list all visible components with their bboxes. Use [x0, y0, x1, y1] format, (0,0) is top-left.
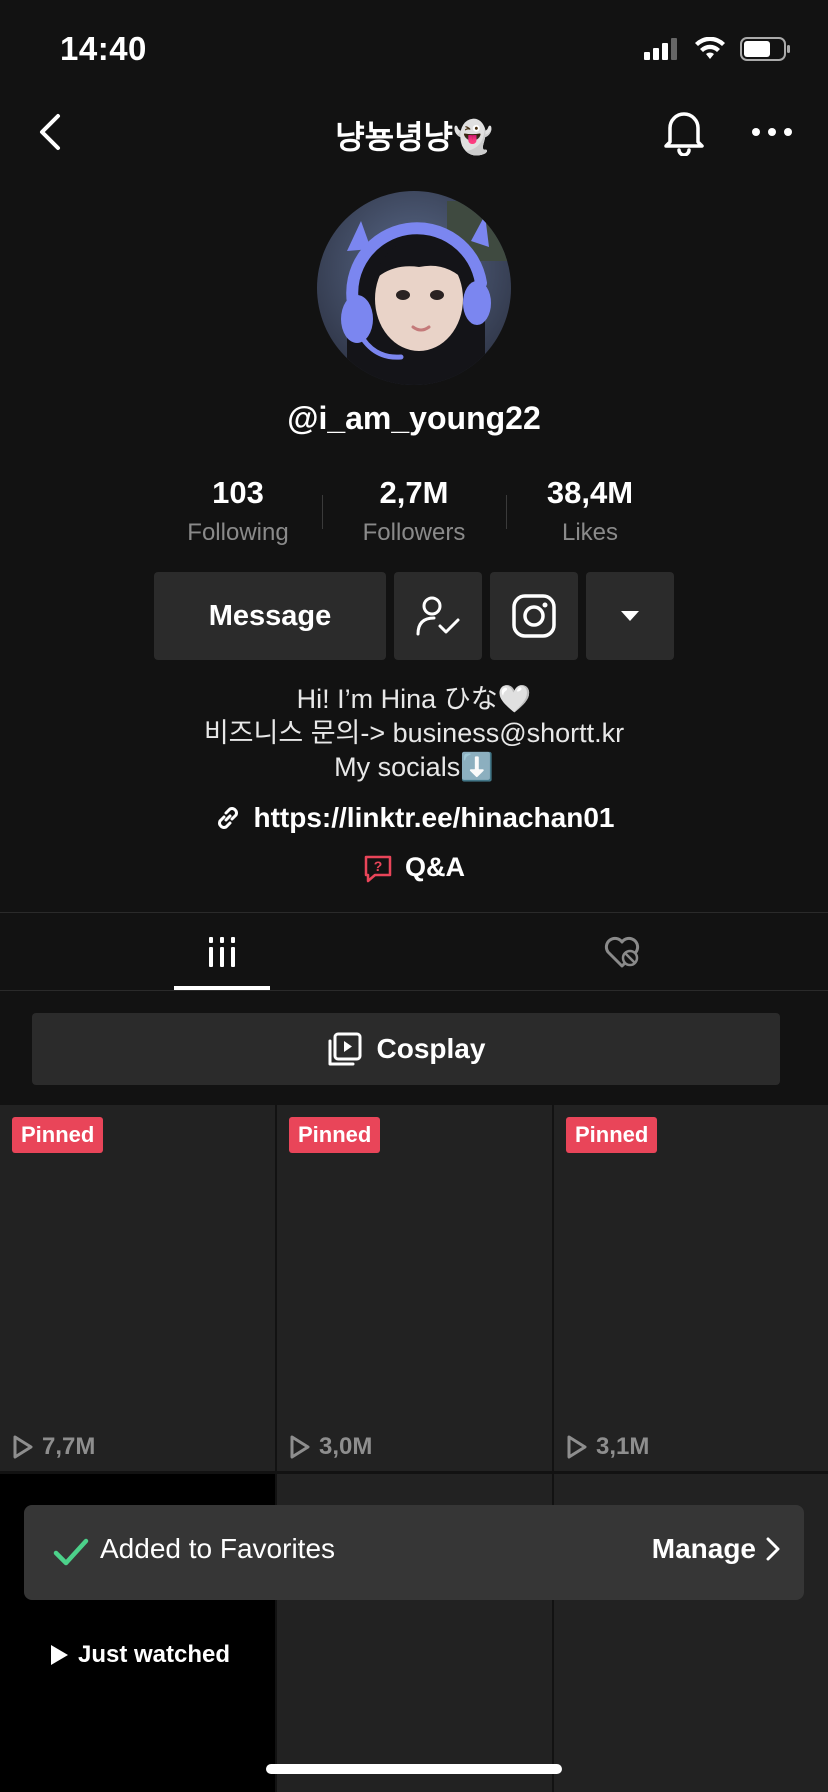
manage-button[interactable]: Manage	[652, 1533, 780, 1565]
view-count: 3,1M	[566, 1433, 649, 1461]
stat-followers[interactable]: 2,7M Followers	[326, 475, 502, 547]
caret-down-icon	[621, 611, 639, 621]
view-count: 3,0M	[289, 1433, 372, 1461]
status-bar: 14:40	[0, 0, 828, 100]
manage-label: Manage	[651, 1533, 756, 1564]
qa-icon: ?	[364, 855, 392, 882]
profile-tabs	[0, 912, 828, 991]
link-icon	[217, 807, 238, 829]
home-indicator[interactable]	[266, 1764, 562, 1774]
bio-line: Hi! I’m Hina ひな🤍	[296, 684, 532, 714]
user-check-icon	[416, 596, 460, 636]
profile-stats: 103 Following 2,7M Followers 38,4M Likes	[150, 475, 678, 547]
stat-value: 103	[212, 475, 264, 510]
active-tab-indicator	[174, 986, 270, 990]
link-text: https://linktr.ee/hinachan01	[253, 802, 615, 833]
bio-line: 비즈니스 문의-> business@shortt.kr	[203, 718, 625, 748]
toast-message: Added to Favorites	[100, 1533, 336, 1564]
play-outline-icon	[13, 1435, 33, 1459]
message-button[interactable]: Message	[154, 572, 386, 660]
playlist-label: Cosplay	[376, 1033, 486, 1064]
following-button[interactable]	[394, 572, 482, 660]
bell-icon[interactable]	[662, 108, 706, 156]
tab-liked[interactable]	[574, 913, 670, 991]
qa-label: Q&A	[405, 852, 465, 882]
wifi-icon	[695, 37, 725, 59]
stat-value: 2,7M	[379, 475, 449, 510]
play-outline-icon	[290, 1435, 310, 1459]
instagram-button[interactable]	[490, 572, 578, 660]
stat-divider	[322, 495, 323, 529]
pinned-badge: Pinned	[566, 1117, 658, 1153]
check-icon	[53, 1538, 89, 1566]
stat-label: Likes	[561, 519, 619, 546]
stat-likes[interactable]: 38,4M Likes	[502, 475, 678, 547]
video-tile[interactable]: Pinned 3,0M	[277, 1105, 552, 1471]
pinned-badge: Pinned	[289, 1117, 381, 1153]
view-count-text: 7,7M	[42, 1433, 96, 1460]
play-icon	[51, 1645, 68, 1665]
video-tile[interactable]: Pinned 3,1M	[554, 1105, 828, 1471]
status-time: 14:40	[60, 30, 147, 67]
playlist-button[interactable]: Cosplay	[32, 1013, 780, 1085]
battery-icon	[740, 37, 790, 61]
video-tile[interactable]: Pinned 7,7M	[0, 1105, 275, 1471]
qa-link[interactable]: ? Q&A	[0, 852, 828, 883]
stat-value: 38,4M	[546, 475, 634, 510]
view-count-text: 3,0M	[319, 1433, 373, 1460]
profile-link[interactable]: https://linktr.ee/hinachan01	[0, 802, 828, 834]
profile-username: @i_am_young22	[287, 400, 541, 436]
nav-bar: 냥뇽녕냥👻	[0, 100, 828, 164]
view-count-text: 3,1M	[596, 1433, 650, 1460]
grid-icon	[209, 937, 235, 967]
favorites-toast: Added to Favorites Manage	[24, 1505, 804, 1600]
avatar[interactable]	[317, 191, 511, 385]
more-suggestions-button[interactable]	[586, 572, 674, 660]
svg-text:?: ?	[374, 858, 383, 874]
status-icons	[644, 36, 792, 62]
bio-line: My socials⬇️	[334, 752, 494, 782]
hidden-heart-icon	[604, 936, 640, 968]
stat-following[interactable]: 103 Following	[150, 475, 326, 547]
just-watched-label: Just watched	[48, 1641, 230, 1669]
play-outline-icon	[567, 1435, 587, 1459]
just-watched-text: Just watched	[78, 1641, 231, 1668]
stat-label: Followers	[362, 519, 466, 546]
instagram-icon	[512, 594, 556, 638]
more-options-icon[interactable]	[748, 116, 796, 148]
tab-videos[interactable]	[174, 913, 270, 991]
signal-icon	[644, 38, 677, 60]
chevron-right-icon	[766, 1537, 780, 1561]
view-count: 7,7M	[12, 1433, 95, 1461]
pinned-badge: Pinned	[12, 1117, 104, 1153]
profile-bio: Hi! I’m Hina ひな🤍 비즈니스 문의-> business@shor…	[0, 682, 828, 784]
stat-label: Following	[187, 519, 289, 546]
playlist-icon	[328, 1032, 362, 1066]
avatar-image	[317, 191, 511, 385]
